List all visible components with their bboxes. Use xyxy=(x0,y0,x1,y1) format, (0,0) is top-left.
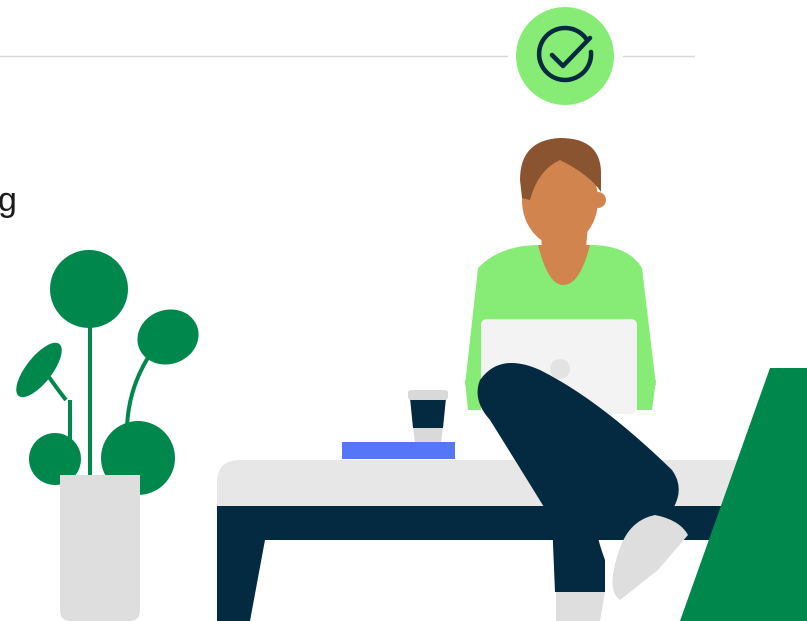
plant xyxy=(16,250,199,495)
book xyxy=(342,442,455,459)
illustration xyxy=(0,7,807,621)
plant-pot xyxy=(60,475,140,621)
plant-leaf xyxy=(50,250,128,328)
bench-top xyxy=(217,460,807,508)
plant-leaf xyxy=(137,309,199,365)
person xyxy=(465,138,688,621)
laptop-logo xyxy=(550,359,570,379)
coffee-cup xyxy=(408,390,448,442)
check-circle-icon xyxy=(516,7,614,105)
shoe xyxy=(556,592,605,621)
